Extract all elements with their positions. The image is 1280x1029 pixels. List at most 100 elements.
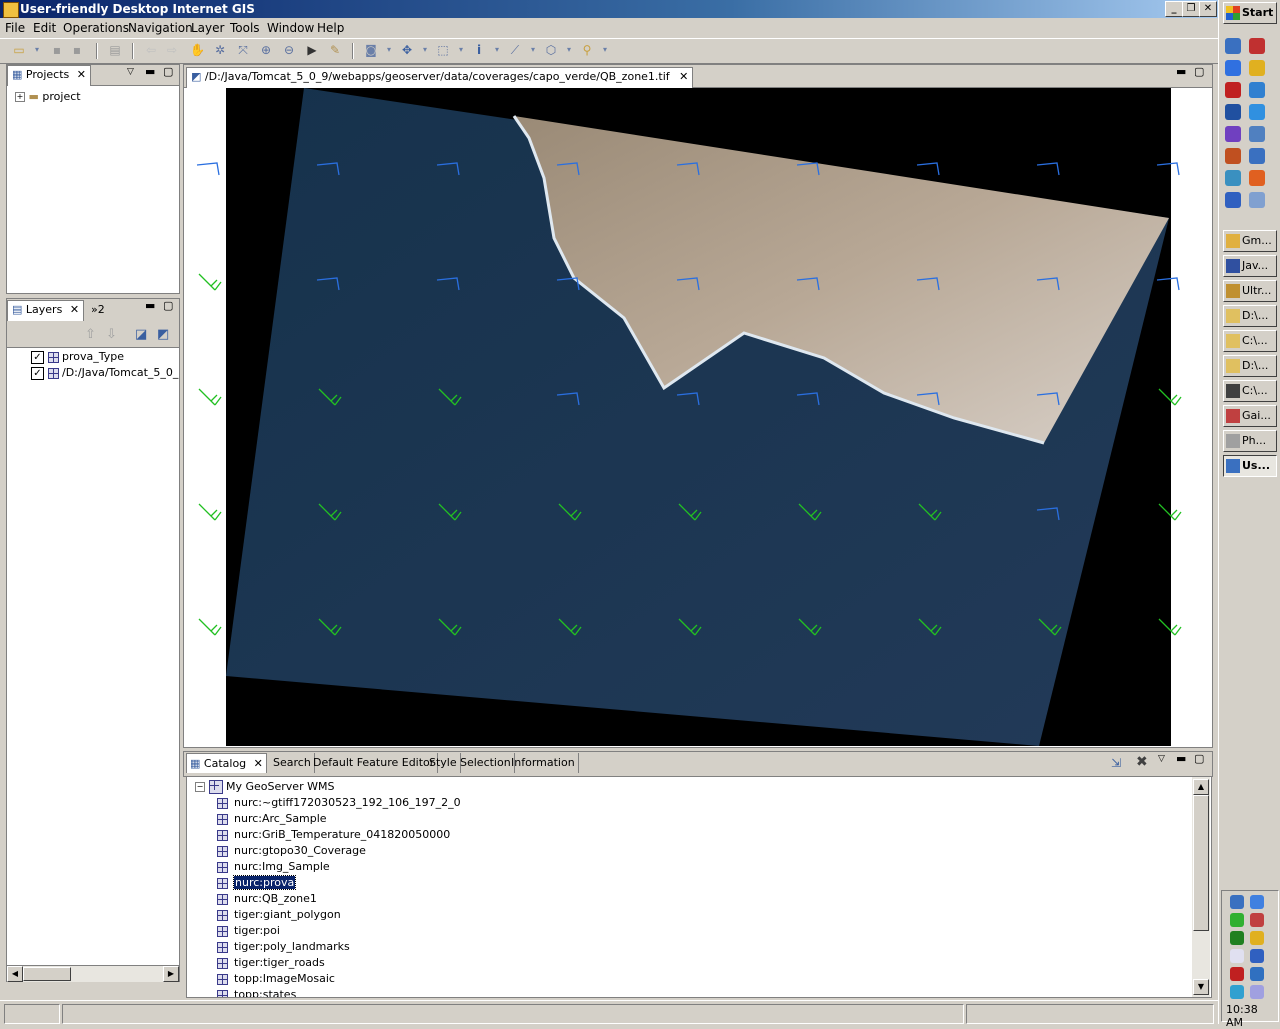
tab-selection[interactable]: Selection: [457, 753, 515, 773]
tool-icon[interactable]: [1249, 60, 1265, 76]
new-dropdown-icon[interactable]: ▾: [30, 43, 44, 57]
move-up-icon[interactable]: ⇧: [85, 327, 96, 342]
catalog-item[interactable]: tiger:tiger_roads: [217, 955, 325, 971]
app-icon[interactable]: [1225, 170, 1241, 186]
app-icon[interactable]: [1249, 104, 1265, 120]
info-icon[interactable]: i: [472, 43, 486, 57]
close-icon[interactable]: ✕: [254, 757, 263, 770]
scroll-up-button[interactable]: ▲: [1193, 779, 1209, 795]
tray-icon[interactable]: [1250, 913, 1264, 927]
tray-icon[interactable]: [1230, 949, 1244, 963]
maximize-view-icon[interactable]: ▢: [163, 299, 173, 312]
tab-catalog[interactable]: ▦ Catalog ✕: [186, 753, 267, 773]
back-icon[interactable]: ⇦: [144, 43, 158, 57]
app-icon[interactable]: [1249, 82, 1265, 98]
browser-icon[interactable]: [1225, 38, 1241, 54]
more-views-tab[interactable]: »2: [91, 303, 105, 316]
tray-icon[interactable]: [1250, 895, 1264, 909]
expand-icon[interactable]: +: [15, 92, 25, 102]
close-icon[interactable]: ✕: [77, 68, 86, 81]
catalog-item[interactable]: topp:ImageMosaic: [217, 971, 335, 987]
layer-style-icon[interactable]: ◪: [135, 327, 147, 342]
catalog-item[interactable]: nurc:QB_zone1: [217, 891, 317, 907]
taskbar-button[interactable]: Jav...: [1223, 255, 1277, 277]
taskbar-button[interactable]: D:\...: [1223, 355, 1277, 377]
ie-icon[interactable]: [1225, 60, 1241, 76]
tray-icon[interactable]: [1250, 931, 1264, 945]
import-icon[interactable]: ⇲: [1111, 756, 1121, 770]
minimize-view-icon[interactable]: ▬: [1176, 65, 1186, 78]
info-tool-icon[interactable]: ◙: [364, 43, 378, 57]
scroll-down-button[interactable]: ▼: [1193, 979, 1209, 995]
minimize-view-icon[interactable]: ▬: [145, 65, 155, 78]
close-icon[interactable]: ✕: [679, 70, 688, 83]
menu-navigation[interactable]: Navigation: [128, 21, 193, 35]
close-icon[interactable]: ✕: [70, 303, 79, 316]
move-icon[interactable]: ✥: [400, 43, 414, 57]
dropdown-icon[interactable]: ▾: [598, 43, 612, 57]
forward-icon[interactable]: ⇨: [165, 43, 179, 57]
taskbar-button[interactable]: C:\...: [1223, 380, 1277, 402]
menu-window[interactable]: Window: [267, 21, 314, 35]
tray-icon[interactable]: [1230, 967, 1244, 981]
window-icon[interactable]: [1225, 104, 1241, 120]
view-menu-icon[interactable]: ▽: [1158, 754, 1165, 764]
taskbar-button[interactable]: C:\...: [1223, 330, 1277, 352]
vertical-scrollbar[interactable]: ▲ ▼: [1192, 777, 1210, 997]
taskbar-button[interactable]: D:\...: [1223, 305, 1277, 327]
layer-visibility-checkbox[interactable]: ✓: [31, 350, 44, 364]
media-icon[interactable]: [1249, 38, 1265, 54]
tab-layers[interactable]: ▤ Layers ✕: [7, 300, 85, 321]
box-select-icon[interactable]: ⬚: [436, 43, 450, 57]
tab-search[interactable]: Search: [270, 753, 315, 773]
minimize-view-icon[interactable]: ▬: [1176, 752, 1186, 765]
menu-edit[interactable]: Edit: [33, 21, 56, 35]
start-button[interactable]: Start: [1223, 2, 1277, 24]
tray-icon[interactable]: [1230, 895, 1244, 909]
menu-layer[interactable]: Layer: [191, 21, 224, 35]
menu-file[interactable]: File: [5, 21, 25, 35]
vc-icon[interactable]: [1225, 192, 1241, 208]
catalog-item[interactable]: nurc:prova: [217, 875, 297, 891]
tool-icon[interactable]: ⚲: [580, 43, 594, 57]
maximize-button[interactable]: ❐: [1182, 1, 1200, 17]
app-icon[interactable]: [1249, 192, 1265, 208]
save-all-icon[interactable]: ▪: [70, 43, 84, 57]
dropdown-icon[interactable]: ▾: [418, 43, 432, 57]
taskbar-button[interactable]: Gai...: [1223, 405, 1277, 427]
tray-icon[interactable]: [1230, 913, 1244, 927]
dropdown-icon[interactable]: ▾: [382, 43, 396, 57]
minimize-button[interactable]: _: [1165, 1, 1183, 17]
catalog-item[interactable]: nurc:~gtiff172030523_192_106_197_2_0: [217, 795, 461, 811]
save-icon[interactable]: ▪: [50, 43, 64, 57]
dropdown-icon[interactable]: ▾: [454, 43, 468, 57]
taskbar-button[interactable]: Ph...: [1223, 430, 1277, 452]
tab-style[interactable]: Style: [426, 753, 461, 773]
taskbar-button[interactable]: Ultr...: [1223, 280, 1277, 302]
app-icon[interactable]: [1249, 170, 1265, 186]
polygon-icon[interactable]: ⬡: [544, 43, 558, 57]
tray-icon[interactable]: [1250, 949, 1264, 963]
catalog-item[interactable]: tiger:poi: [217, 923, 280, 939]
catalog-item[interactable]: nurc:Arc_Sample: [217, 811, 327, 827]
play-icon[interactable]: ▶: [305, 43, 319, 57]
catalog-item[interactable]: nurc:GriB_Temperature_041820050000: [217, 827, 450, 843]
move-down-icon[interactable]: ⇩: [106, 327, 117, 342]
tab-projects[interactable]: ▦ Projects ✕: [7, 65, 91, 86]
draw-line-icon[interactable]: ⟋: [508, 43, 522, 57]
menu-help[interactable]: Help: [317, 21, 344, 35]
tree-item-project[interactable]: + ▬ project: [15, 89, 81, 105]
horizontal-scrollbar[interactable]: ◀ ▶: [7, 965, 179, 982]
catalog-item[interactable]: nurc:Img_Sample: [217, 859, 330, 875]
view-menu-icon[interactable]: ▽: [127, 67, 134, 77]
new-icon[interactable]: ▭: [12, 43, 26, 57]
tray-icon[interactable]: [1250, 967, 1264, 981]
catalog-item[interactable]: tiger:poly_landmarks: [217, 939, 350, 955]
tray-icon[interactable]: [1250, 985, 1264, 999]
taskbar-button[interactable]: Us...: [1223, 455, 1277, 477]
layer-row[interactable]: ✓ prova_Type: [31, 349, 124, 365]
scroll-thumb[interactable]: [23, 967, 71, 981]
menu-operations[interactable]: Operations: [63, 21, 129, 35]
scroll-left-button[interactable]: ◀: [7, 966, 23, 982]
collapse-icon[interactable]: −: [195, 782, 205, 792]
